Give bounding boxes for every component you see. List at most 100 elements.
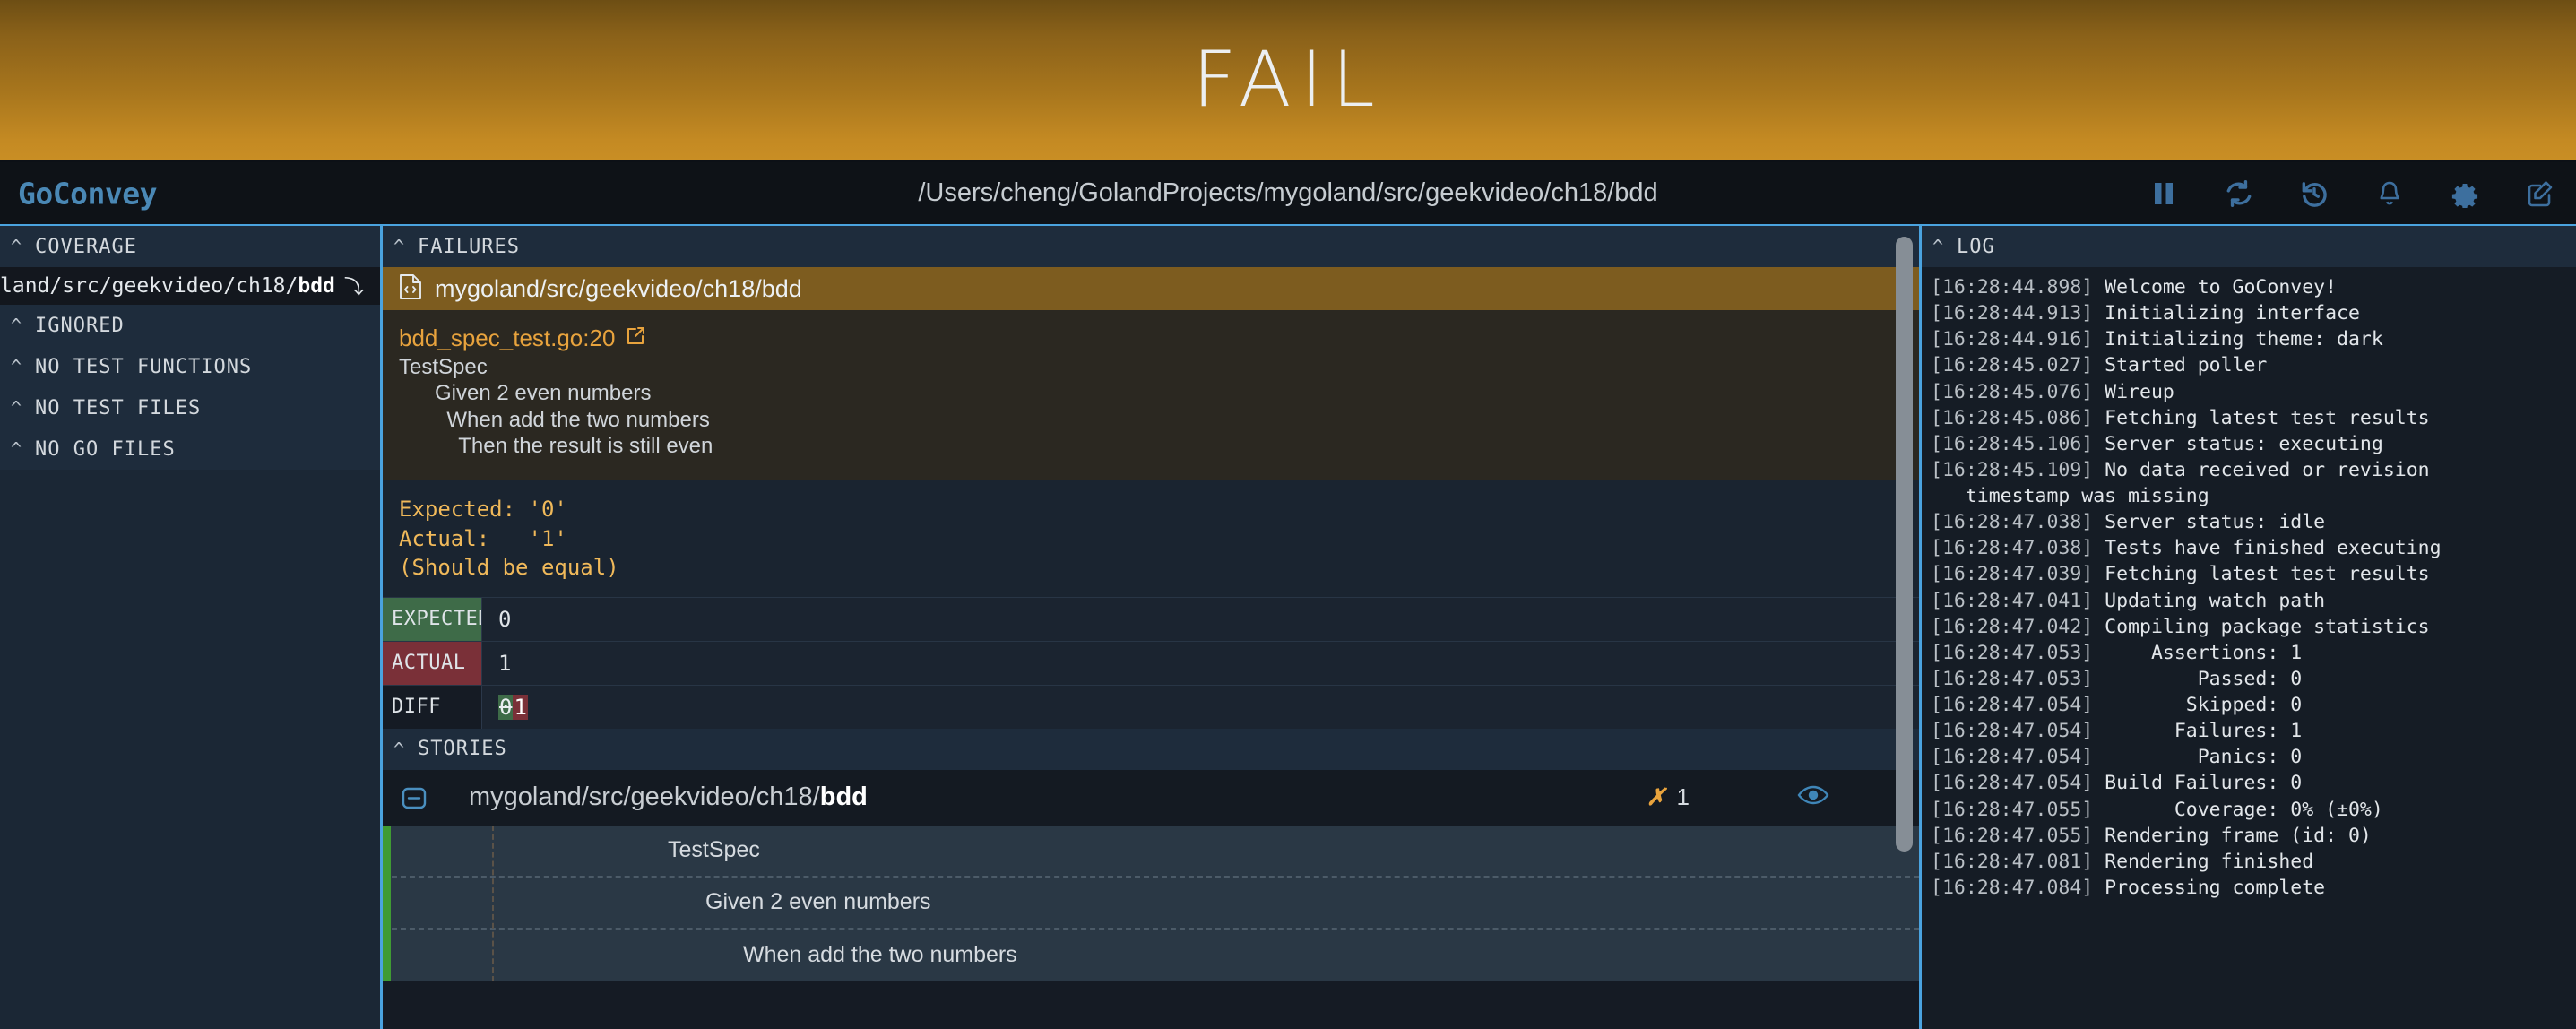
log-message: Assertions: 1: [2093, 641, 2303, 664]
sidebar-section-coverage[interactable]: ^ COVERAGE: [0, 226, 380, 267]
log-panel: ^ LOG [16:28:44.898] Welcome to GoConvey…: [1922, 226, 2576, 1029]
log-line: [16:28:47.055] Rendering frame (id: 0): [1931, 823, 2576, 849]
failure-package-name: mygoland/src/geekvideo/ch18/bdd: [435, 274, 802, 302]
story-row-label: Given 2 even numbers: [705, 889, 931, 915]
log-section-header[interactable]: ^ LOG: [1922, 226, 2576, 267]
log-message: Failures: 1: [2093, 720, 2303, 743]
log-message: Initializing theme: dark: [2093, 328, 2383, 351]
log-message: Build Failures: 0: [2093, 772, 2303, 795]
history-icon[interactable]: [2298, 177, 2330, 210]
log-timestamp: [16:28:44.913]: [1931, 302, 2094, 325]
stories-section-label: STORIES: [418, 738, 507, 761]
diff-added: 1: [513, 694, 528, 720]
external-link-icon[interactable]: [626, 324, 645, 352]
log-message: Processing complete: [2093, 876, 2326, 899]
main-body: ^ COVERAGE land/src/geekvideo/ch18/bdd ⤵…: [0, 226, 2576, 1029]
log-message: Wireup: [2093, 380, 2174, 403]
log-line: [16:28:47.055] Coverage: 0% (±0%): [1931, 797, 2576, 823]
list-item[interactable]: When add the two numbers: [383, 930, 1919, 981]
chevron-up-icon: ^: [393, 236, 406, 257]
log-line: [16:28:47.054] Skipped: 0: [1931, 692, 2576, 718]
download-arrow-icon[interactable]: ⤵: [344, 272, 364, 300]
log-output: [16:28:44.898] Welcome to GoConvey! [16:2…: [1922, 267, 2576, 1029]
log-message: Updating watch path: [2093, 589, 2326, 612]
log-line: [16:28:47.038] Tests have finished execu…: [1931, 535, 2576, 561]
header-bar: GoConvey /Users/cheng/GolandProjects/myg…: [0, 162, 2576, 226]
story-row-label: When add the two numbers: [743, 942, 1017, 968]
failures-section-label: FAILURES: [418, 235, 521, 258]
log-line: [16:28:45.076] Wireup: [1931, 379, 2576, 405]
log-line: [16:28:47.038] Server status: idle: [1931, 509, 2576, 535]
log-timestamp: [16:28:45.086]: [1931, 406, 2094, 429]
assertion-detail: Expected: '0' Actual: '1' (Should be equ…: [383, 480, 1919, 597]
story-package-title: mygoland/src/geekvideo/ch18/bdd: [469, 783, 868, 812]
log-message: Fetching latest test results: [2093, 563, 2430, 586]
failures-scroll-area: mygoland/src/geekvideo/ch18/bdd bdd_spec…: [383, 267, 1919, 1029]
failure-story-block: bdd_spec_test.go:20 TestSpec Given 2 eve…: [383, 310, 1919, 481]
sidebar-section-label: COVERAGE: [35, 235, 138, 258]
log-line: [16:28:47.084] Processing complete: [1931, 875, 2576, 901]
status-banner: FAIL: [0, 0, 2576, 162]
log-timestamp: [16:28:47.084]: [1931, 876, 2094, 899]
status-banner-text: FAIL: [1192, 35, 1384, 125]
actual-value: 1: [481, 641, 1919, 685]
header-toolbar: [2148, 177, 2556, 210]
bell-icon[interactable]: [2373, 177, 2406, 210]
failure-source-file: bdd_spec_test.go:20: [399, 324, 616, 351]
collapse-minus-icon[interactable]: [399, 783, 429, 813]
log-timestamp: [16:28:44.916]: [1931, 328, 2094, 351]
log-message: Passed: 0: [2093, 667, 2303, 690]
sidebar-section-ignored[interactable]: ^ IGNORED: [0, 305, 380, 346]
log-line: [16:28:47.054] Build Failures: 0: [1931, 770, 2576, 796]
log-timestamp: [16:28:47.054]: [1931, 720, 2094, 743]
log-line: [16:28:47.081] Rendering finished: [1931, 849, 2576, 875]
stories-section-header[interactable]: ^ STORIES: [383, 728, 1919, 770]
log-line: [16:28:47.042] Compiling package statist…: [1931, 614, 2576, 640]
log-line: [16:28:44.913] Initializing interface: [1931, 300, 2576, 326]
failure-count-value: 1: [1676, 783, 1690, 811]
log-timestamp: [16:28:45.076]: [1931, 380, 2094, 403]
log-line: [16:28:44.916] Initializing theme: dark: [1931, 326, 2576, 352]
log-message: Compiling package statistics: [2093, 615, 2430, 638]
log-timestamp: [16:28:47.054]: [1931, 746, 2094, 769]
log-message: Coverage: 0% (±0%): [2093, 798, 2383, 821]
expected-label: EXPECTED: [383, 597, 489, 641]
list-item[interactable]: Given 2 even numbers: [383, 878, 1919, 930]
chevron-up-icon: ^: [11, 315, 23, 336]
refresh-icon[interactable]: [2223, 177, 2255, 210]
log-section-label: LOG: [1957, 235, 1995, 258]
log-timestamp: [16:28:47.038]: [1931, 511, 2094, 534]
failures-section-header[interactable]: ^ FAILURES: [383, 226, 1919, 267]
pause-icon[interactable]: [2148, 177, 2180, 210]
sidebar: ^ COVERAGE land/src/geekvideo/ch18/bdd ⤵…: [0, 226, 383, 1029]
log-line: [16:28:47.039] Fetching latest test resu…: [1931, 561, 2576, 587]
log-timestamp: [16:28:47.054]: [1931, 694, 2094, 716]
log-line: [16:28:47.041] Updating watch path: [1931, 588, 2576, 614]
failures-scrollbar[interactable]: [1896, 237, 1913, 852]
gear-icon[interactable]: [2449, 177, 2481, 210]
compose-icon[interactable]: [2524, 177, 2556, 210]
failure-package-row[interactable]: mygoland/src/geekvideo/ch18/bdd: [383, 267, 1919, 310]
sidebar-section-label: NO TEST FUNCTIONS: [35, 355, 253, 378]
coverage-package-item[interactable]: land/src/geekvideo/ch18/bdd ⤵: [0, 267, 380, 305]
sidebar-empty-space: [0, 470, 380, 1029]
comparison-table: EXPECTED 0 ACTUAL 1 DIFF 01: [383, 596, 1919, 729]
list-item[interactable]: TestSpec: [383, 826, 1919, 878]
log-line: [16:28:47.054] Panics: 0: [1931, 744, 2576, 770]
table-row: DIFF 01: [383, 684, 1919, 729]
diff-value: 01: [481, 685, 1919, 729]
log-line: [16:28:45.106] Server status: executing: [1931, 431, 2576, 457]
log-line: [16:28:45.027] Started poller: [1931, 352, 2576, 378]
sidebar-section-no-go-files[interactable]: ^ NO GO FILES: [0, 428, 380, 470]
log-message: Rendering frame (id: 0): [2093, 824, 2372, 847]
app-brand-logo[interactable]: GoConvey: [18, 176, 157, 211]
sidebar-section-no-test-functions[interactable]: ^ NO TEST FUNCTIONS: [0, 346, 380, 387]
eye-icon[interactable]: [1797, 783, 1829, 811]
log-timestamp: [16:28:47.042]: [1931, 615, 2094, 638]
sidebar-section-no-test-files[interactable]: ^ NO TEST FILES: [0, 387, 380, 428]
failure-source-link[interactable]: bdd_spec_test.go:20: [399, 324, 1919, 352]
log-message: Server status: idle: [2093, 511, 2326, 534]
log-message: Welcome to GoConvey!: [2093, 276, 2338, 298]
story-package-name: bdd: [819, 783, 868, 812]
sidebar-section-label: NO GO FILES: [35, 437, 176, 461]
